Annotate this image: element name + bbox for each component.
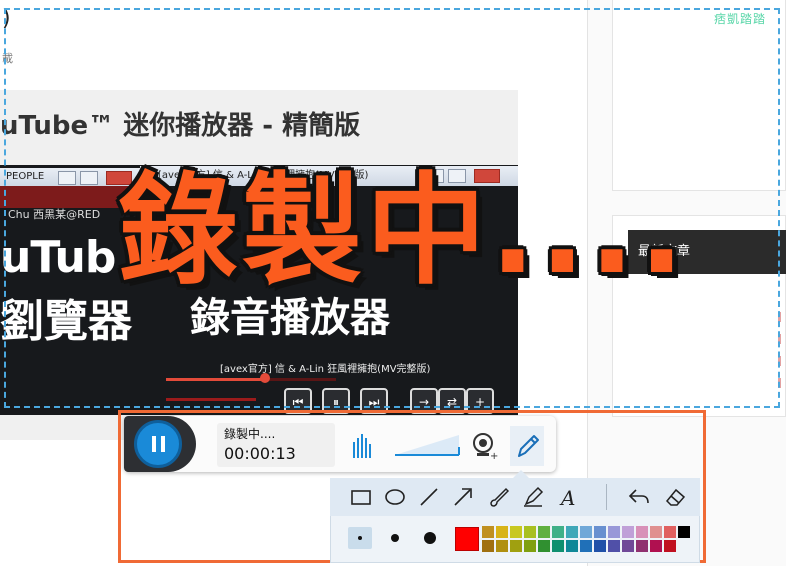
pause-icon: [152, 436, 156, 452]
color-swatch[interactable]: [650, 540, 662, 552]
color-swatch[interactable]: [538, 526, 550, 538]
volume-slider[interactable]: [395, 433, 461, 457]
tool-separator: [606, 484, 607, 510]
audio-meter-icon[interactable]: [352, 432, 372, 458]
brush-size-large-button[interactable]: [424, 532, 436, 544]
color-swatch[interactable]: [482, 540, 494, 552]
color-swatch[interactable]: [552, 526, 564, 538]
color-swatch[interactable]: [650, 526, 662, 538]
brush-size-small-dot: [358, 536, 362, 540]
color-swatch[interactable]: [552, 540, 564, 552]
recording-timer: 00:00:13: [224, 444, 296, 463]
svg-text:+: +: [490, 451, 498, 460]
text-icon[interactable]: A: [556, 484, 582, 510]
highlighter-icon[interactable]: [520, 484, 546, 510]
color-swatch[interactable]: [594, 526, 606, 538]
color-swatch[interactable]: [510, 540, 522, 552]
color-swatch[interactable]: [566, 526, 578, 538]
color-swatch[interactable]: [538, 540, 550, 552]
color-swatch[interactable]: [510, 526, 522, 538]
recording-overlay-text: 錄製中....: [118, 162, 689, 301]
color-swatch-black[interactable]: [678, 526, 690, 538]
svg-text:A: A: [559, 486, 575, 510]
pause-button[interactable]: [134, 420, 182, 468]
pause-icon-bar: [161, 436, 165, 452]
color-swatch[interactable]: [636, 526, 648, 538]
line-icon[interactable]: [416, 484, 442, 510]
brush-size-medium-button[interactable]: [391, 534, 399, 542]
color-swatch[interactable]: [580, 540, 592, 552]
pen-tool-button[interactable]: [510, 426, 544, 466]
color-swatch[interactable]: [524, 540, 536, 552]
ellipse-icon[interactable]: [382, 484, 408, 510]
webcam-icon[interactable]: +: [472, 432, 498, 460]
color-swatch[interactable]: [664, 540, 676, 552]
selected-color-swatch[interactable]: [455, 527, 479, 551]
recording-status-label: 錄製中....: [224, 427, 276, 441]
color-swatch[interactable]: [608, 540, 620, 552]
rectangle-icon[interactable]: [348, 484, 374, 510]
color-swatch[interactable]: [496, 526, 508, 538]
color-swatch[interactable]: [664, 526, 676, 538]
color-palette[interactable]: [482, 526, 690, 552]
brush-icon[interactable]: [486, 484, 512, 510]
color-swatch[interactable]: [608, 526, 620, 538]
color-swatch[interactable]: [580, 526, 592, 538]
eraser-icon[interactable]: [662, 484, 688, 510]
color-swatch[interactable]: [482, 526, 494, 538]
color-swatch[interactable]: [566, 540, 578, 552]
color-swatch[interactable]: [594, 540, 606, 552]
arrow-icon[interactable]: [450, 484, 476, 510]
color-swatch[interactable]: [524, 526, 536, 538]
color-swatch[interactable]: [622, 526, 634, 538]
color-swatch[interactable]: [636, 540, 648, 552]
color-swatch[interactable]: [622, 540, 634, 552]
undo-icon[interactable]: [626, 484, 652, 510]
color-swatch[interactable]: [496, 540, 508, 552]
